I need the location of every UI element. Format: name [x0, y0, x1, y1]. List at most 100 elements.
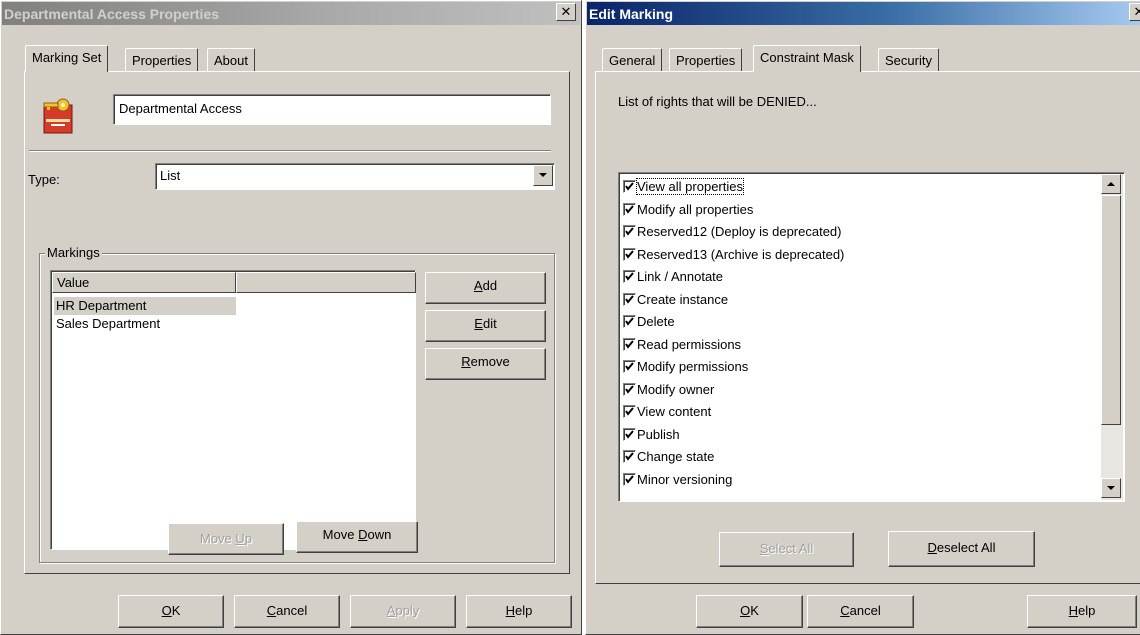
- rights-item-label: View content: [637, 404, 712, 419]
- remove-button[interactable]: Remove: [425, 348, 546, 380]
- marking-set-panel: Departmental Access Type: List Markings …: [24, 71, 570, 574]
- rights-list-item[interactable]: Link / Annotate: [620, 266, 1100, 289]
- ok-button[interactable]: OK: [696, 595, 803, 628]
- tab-marking-set[interactable]: Marking Set: [25, 45, 109, 72]
- tab-label: Constraint Mask: [760, 50, 854, 65]
- scroll-up-icon[interactable]: [1101, 174, 1121, 194]
- cancel-button[interactable]: Cancel: [234, 595, 340, 628]
- rights-item-label: Modify all properties: [637, 201, 754, 217]
- dropdown-arrow-icon[interactable]: [533, 165, 553, 186]
- row-value: Sales Department: [56, 316, 161, 331]
- right-dialog-title: Edit Marking: [589, 6, 674, 22]
- tab-constraint-mask[interactable]: Constraint Mask: [753, 45, 861, 72]
- rights-item-label: Delete: [637, 314, 675, 329]
- type-select[interactable]: List: [155, 163, 555, 190]
- check-icon[interactable]: [623, 472, 636, 486]
- markings-list[interactable]: Value HR Department Sales Department: [50, 270, 416, 550]
- constraint-mask-panel: List of rights that will be DENIED... Vi…: [595, 71, 1140, 584]
- move-up-button[interactable]: Move Up: [168, 523, 284, 555]
- marking-set-name-field[interactable]: Departmental Access: [113, 94, 551, 125]
- check-icon[interactable]: [623, 382, 636, 396]
- type-label: Type:: [28, 172, 60, 187]
- edit-marking-dialog: Edit Marking ✕ General Properties Constr…: [585, 0, 1140, 635]
- type-value: List: [160, 168, 181, 183]
- scrollbar-thumb[interactable]: [1101, 195, 1121, 425]
- help-button[interactable]: Help: [1027, 595, 1137, 628]
- list-item[interactable]: Sales Department: [54, 315, 236, 333]
- right-close-icon[interactable]: ✕: [1129, 3, 1140, 21]
- check-icon[interactable]: [623, 225, 636, 238]
- rights-items: View all properties Modify all properties…: [620, 176, 1100, 491]
- check-icon[interactable]: [623, 427, 636, 441]
- check-icon[interactable]: [623, 180, 636, 193]
- rights-item-label: Create instance: [637, 291, 729, 307]
- tab-label: General: [609, 53, 656, 68]
- left-dialog-titlebar[interactable]: Departmental Access Properties: [2, 2, 580, 25]
- cancel-button[interactable]: Cancel: [807, 595, 914, 628]
- move-down-button[interactable]: Move Down: [296, 521, 418, 553]
- add-button[interactable]: Add: [425, 272, 546, 304]
- rights-list-item[interactable]: Reserved12 (Deploy is deprecated): [620, 221, 1100, 244]
- markings-group-label: Markings: [45, 245, 102, 260]
- rights-list-item[interactable]: View all properties: [620, 176, 1100, 199]
- check-icon[interactable]: [623, 292, 636, 306]
- tab-properties[interactable]: Properties: [669, 48, 743, 72]
- scroll-down-icon[interactable]: [1101, 478, 1121, 498]
- rights-item-label: Link / Annotate: [637, 269, 724, 284]
- check-icon[interactable]: [623, 270, 636, 283]
- help-button[interactable]: Help: [466, 595, 572, 628]
- check-icon[interactable]: [623, 360, 636, 373]
- rights-list-item[interactable]: Create instance: [620, 289, 1100, 312]
- edit-button[interactable]: Edit: [425, 310, 546, 342]
- check-icon[interactable]: [623, 315, 636, 328]
- rights-list-item[interactable]: Delete: [620, 311, 1100, 334]
- right-dialog-titlebar[interactable]: Edit Marking: [587, 2, 1140, 25]
- row-value: HR Department: [56, 298, 147, 313]
- check-icon[interactable]: [623, 450, 636, 463]
- check-icon[interactable]: [623, 247, 636, 261]
- rights-list-item[interactable]: Modify all properties: [620, 199, 1100, 222]
- rights-list-item[interactable]: Publish: [620, 424, 1100, 447]
- rights-list-item[interactable]: Reserved13 (Archive is deprecated): [620, 244, 1100, 267]
- divider: [29, 150, 551, 152]
- check-icon[interactable]: [623, 202, 636, 216]
- rights-item-label: Minor versioning: [637, 471, 733, 487]
- tab-security[interactable]: Security: [878, 48, 939, 72]
- left-dialog-title: Departmental Access Properties: [4, 6, 220, 22]
- column-label: Value: [57, 275, 90, 290]
- tab-about[interactable]: About: [207, 48, 255, 72]
- rights-list-item[interactable]: Change state: [620, 446, 1100, 469]
- rights-list[interactable]: View all properties Modify all properties…: [618, 172, 1125, 502]
- rights-item-label: Read permissions: [637, 336, 742, 352]
- rights-list-item[interactable]: Modify permissions: [620, 356, 1100, 379]
- rights-item-label: Reserved13 (Archive is deprecated): [637, 246, 845, 262]
- tab-label: Properties: [676, 53, 736, 68]
- check-icon[interactable]: [623, 337, 636, 351]
- deselect-all-button[interactable]: Deselect All: [888, 531, 1035, 567]
- rights-list-item[interactable]: Minor versioning: [620, 469, 1100, 492]
- tab-label: Properties: [132, 53, 192, 68]
- rights-list-item[interactable]: Read permissions: [620, 334, 1100, 357]
- tab-label: Marking Set: [32, 50, 102, 65]
- tab-properties[interactable]: Properties: [125, 48, 199, 72]
- rights-list-item[interactable]: Modify owner: [620, 379, 1100, 402]
- column-header-blank[interactable]: [236, 272, 416, 293]
- rights-scrollbar[interactable]: [1101, 174, 1123, 500]
- rights-list-item[interactable]: View content: [620, 401, 1100, 424]
- denied-description: List of rights that will be DENIED...: [618, 94, 817, 109]
- list-item[interactable]: HR Department: [54, 297, 236, 315]
- tab-label: About: [214, 53, 248, 68]
- key-icon: [41, 91, 75, 135]
- apply-button[interactable]: Apply: [350, 595, 456, 628]
- rights-item-label: Change state: [637, 449, 715, 464]
- select-all-button[interactable]: Select All: [719, 532, 854, 567]
- check-icon[interactable]: [623, 405, 636, 418]
- tab-general[interactable]: General: [602, 48, 663, 72]
- rights-item-label: View all properties: [636, 178, 744, 195]
- ok-button[interactable]: OK: [118, 595, 224, 628]
- rights-item-label: Modify owner: [637, 381, 715, 397]
- rights-item-label: Publish: [637, 426, 680, 442]
- name-value: Departmental Access: [119, 101, 242, 116]
- column-header-value[interactable]: Value: [52, 272, 236, 293]
- left-close-icon[interactable]: ✕: [556, 3, 576, 21]
